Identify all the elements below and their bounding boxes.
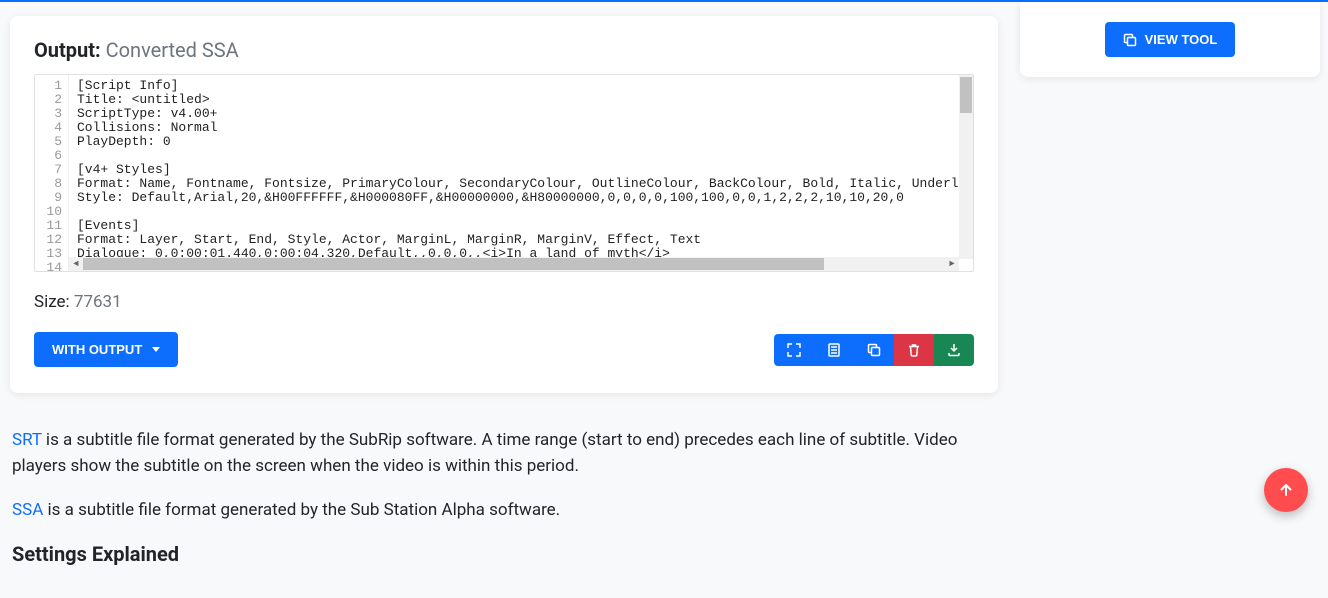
output-heading: Output: Converted SSA — [34, 38, 974, 62]
fullscreen-icon — [787, 343, 801, 357]
code-line: PlayDepth: 0 — [77, 135, 967, 149]
line-number: 14 — [41, 261, 62, 272]
horizontal-scrollbar[interactable]: ◄ ► — [69, 257, 959, 271]
code-lines: [Script Info]Title: <untitled>ScriptType… — [69, 75, 973, 271]
code-line — [77, 149, 967, 163]
scroll-right-arrow[interactable]: ► — [945, 257, 959, 271]
line-number: 11 — [41, 219, 62, 233]
copy-icon — [1123, 33, 1137, 47]
size-label: Size: — [34, 292, 70, 312]
action-row: WITH OUTPUT — [34, 332, 974, 367]
code-line: Title: <untitled> — [77, 93, 967, 107]
srt-link[interactable]: SRT — [12, 430, 42, 450]
line-number: 1 — [41, 79, 62, 93]
output-title: Converted SSA — [106, 38, 239, 62]
horizontal-scroll-track[interactable] — [83, 257, 945, 271]
copy-button[interactable] — [854, 334, 894, 366]
output-toolbar — [774, 334, 974, 366]
size-row: Size: 77631 — [34, 292, 974, 312]
code-line — [77, 205, 967, 219]
delete-button[interactable] — [894, 334, 934, 366]
view-tool-label: VIEW TOOL — [1145, 32, 1218, 47]
line-number: 6 — [41, 149, 62, 163]
line-number: 9 — [41, 191, 62, 205]
arrow-up-icon — [1278, 482, 1294, 498]
notes-button[interactable] — [814, 334, 854, 366]
line-number: 12 — [41, 233, 62, 247]
trash-icon — [907, 343, 921, 357]
line-number: 5 — [41, 135, 62, 149]
scroll-to-top-button[interactable] — [1264, 468, 1308, 512]
line-number: 7 — [41, 163, 62, 177]
fullscreen-button[interactable] — [774, 334, 814, 366]
line-number: 13 — [41, 247, 62, 261]
ssa-link[interactable]: SSA — [12, 500, 43, 520]
code-editor[interactable]: 1234567891011121314 [Script Info]Title: … — [34, 74, 974, 272]
line-number: 4 — [41, 121, 62, 135]
horizontal-scroll-thumb[interactable] — [83, 258, 824, 270]
ssa-paragraph: SSA is a subtitle file format generated … — [12, 497, 996, 523]
settings-heading: Settings Explained — [12, 541, 996, 567]
scroll-left-arrow[interactable]: ◄ — [69, 257, 83, 271]
copy-icon — [867, 343, 881, 357]
notes-icon — [827, 343, 841, 357]
code-line: [v4+ Styles] — [77, 163, 967, 177]
download-icon — [947, 343, 961, 357]
code-line: [Script Info] — [77, 79, 967, 93]
code-line: Style: Default,Arial,20,&H00FFFFFF,&H000… — [77, 191, 967, 205]
srt-paragraph: SRT is a subtitle file format generated … — [12, 427, 996, 479]
download-button[interactable] — [934, 334, 974, 366]
code-line: Collisions: Normal — [77, 121, 967, 135]
line-number: 3 — [41, 107, 62, 121]
line-number: 2 — [41, 93, 62, 107]
code-line: ScriptType: v4.00+ — [77, 107, 967, 121]
description-block: SRT is a subtitle file format generated … — [10, 427, 998, 567]
side-card: VIEW TOOL — [1020, 2, 1320, 77]
output-card: Output: Converted SSA 123456789101112131… — [10, 16, 998, 393]
with-output-dropdown[interactable]: WITH OUTPUT — [34, 332, 178, 367]
code-area[interactable]: [Script Info]Title: <untitled>ScriptType… — [69, 75, 973, 271]
vertical-scroll-thumb[interactable] — [960, 77, 972, 113]
srt-text: is a subtitle file format generated by t… — [12, 430, 957, 476]
code-line: [Events] — [77, 219, 967, 233]
code-line: Format: Name, Fontname, Fontsize, Primar… — [77, 177, 967, 191]
line-number: 10 — [41, 205, 62, 219]
view-tool-button[interactable]: VIEW TOOL — [1105, 22, 1236, 57]
size-value: 77631 — [74, 292, 122, 312]
with-output-label: WITH OUTPUT — [52, 342, 142, 357]
ssa-text: is a subtitle file format generated by t… — [43, 500, 560, 520]
vertical-scrollbar[interactable] — [959, 75, 973, 259]
output-label: Output: — [34, 38, 101, 62]
line-gutter: 1234567891011121314 — [35, 75, 69, 271]
chevron-down-icon — [152, 347, 160, 352]
code-line: Format: Layer, Start, End, Style, Actor,… — [77, 233, 967, 247]
line-number: 8 — [41, 177, 62, 191]
